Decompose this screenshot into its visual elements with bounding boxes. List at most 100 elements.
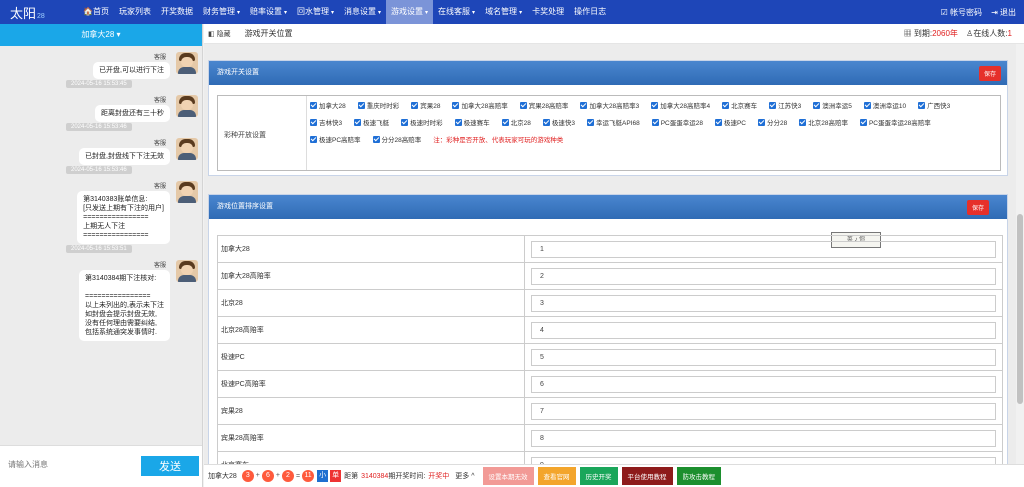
lottery-checkbox-list: 加拿大28 重庆时时彩 宾果28 加拿大28高赔率 宾果28高赔率 加拿大28高赔率3 加拿… [310,100,1000,144]
bottom-action-button[interactable]: 平台使用教程 [621,467,673,485]
lottery-checkbox[interactable]: 江苏快3 [769,100,801,110]
nav-item[interactable]: 域名管理 ▾ [480,0,527,24]
game-name-cell: 宾果28 [217,397,525,425]
message-bubble: 已封盘,封盘线下下注无效 [79,148,170,165]
nav-item[interactable]: 卡奖处理 [527,0,569,24]
lottery-checkbox[interactable]: 极速飞艇 [354,117,389,127]
lottery-checkbox[interactable]: 极速PC高赔率 [310,134,361,144]
order-input[interactable]: 5 [531,348,996,366]
message-bubble: 距离封盘还有三十秒 [95,105,170,122]
send-button[interactable]: 发送 [141,456,199,476]
content-scroll: 游戏开关设置 保存 彩种开放设置 加拿大28 重庆时时彩 宾果28 加拿大28高赔率宾… [204,44,1024,464]
order-input[interactable]: 9 [531,456,996,464]
result-parity: 单 [330,470,342,482]
game-name-cell: 加拿大28高赔率 [217,262,525,290]
lottery-checkbox[interactable]: 加拿大28高赔率 [452,100,508,110]
lottery-checkbox[interactable]: 极速PC [714,117,746,127]
order-input[interactable]: 6 [531,375,996,393]
save-order-button[interactable]: 保存 [966,200,989,215]
scrollbar[interactable] [1016,44,1024,464]
more-button[interactable]: 更多 ^ [455,471,474,481]
order-value-cell: 3 [524,289,1003,317]
message-bubble: 第3140384期下注核对: ================ 以上未列出的,表… [79,270,170,341]
result-number: 6 [261,470,274,482]
lottery-open-label: 彩种开放设置 [224,132,266,139]
table-row: 宾果28 7 [217,397,1003,425]
calendar-icon: ▦ [903,29,912,38]
lottery-checkbox[interactable]: 重庆时时彩 [357,100,399,110]
lottery-checkbox[interactable]: 加拿大28高赔率3 [580,100,639,110]
order-input[interactable]: 8 [531,429,996,447]
nav-item[interactable]: 开奖数据 [156,0,198,24]
lottery-checkbox[interactable]: PC蛋蛋幸运28 [651,117,703,127]
result-sum: 11 [302,470,315,482]
lottery-checkbox[interactable]: 澳洲幸运5 [813,100,852,110]
chat-messages: 客服 已开盘,可以进行下注 2024-05-16 15:53:45 客服 距离封盘还有三… [0,46,202,445]
order-value-cell: 1 [524,235,1003,263]
page-title: 游戏开关位置 [244,29,293,38]
lottery-checkbox[interactable]: 分分28 [758,117,787,127]
nav-item[interactable]: 操作日志 [569,0,611,24]
bottom-action-button[interactable]: 防攻击教程 [676,467,722,485]
order-input[interactable]: 3 [531,294,996,312]
nav-item[interactable]: 赔率设置 ▾ [245,0,292,24]
password-link[interactable]: ☑ 帐号密码 [941,7,982,18]
lottery-note: 注：彩种是否开放、代表玩家可玩的游戏种类 [433,137,564,144]
order-input[interactable]: 2 [531,267,996,285]
nav-item[interactable]: 消息设置 ▾ [339,0,386,24]
lottery-checkbox[interactable]: 宾果28 [411,100,440,110]
avatar [176,181,198,203]
game-name-cell: 极速PC高赔率 [217,370,525,398]
order-input[interactable]: 1 [531,240,996,258]
logout-link[interactable]: ⇥ 退出 [991,7,1016,18]
lottery-checkbox[interactable]: 北京赛车 [722,100,757,110]
lottery-checkbox[interactable]: 加拿大28 [310,100,346,110]
lottery-checkbox[interactable]: 极速时时彩 [401,117,443,127]
lottery-checkbox[interactable]: 极速赛车 [454,117,490,127]
message-bubble: 第3140383账单信息: [只发送上期有下注的用户] ============… [77,191,170,244]
nav-item[interactable]: 🏠首页 [78,0,114,24]
bottom-action-button[interactable]: 设置本期无效 [482,467,534,485]
bottom-action-button[interactable]: 历史开奖 [579,467,618,485]
lottery-checkbox[interactable]: 幸运飞艇API68 [586,117,640,127]
hide-sidebar-button[interactable]: ◧ 隐藏 [208,29,231,39]
top-right-links: ☑ 帐号密码 ⇥ 退出 [941,7,1024,18]
lottery-checkbox[interactable]: 极速快3 [542,117,575,127]
nav-item[interactable]: 回水管理 ▾ [292,0,339,24]
game-name-cell: 宾果28高赔率 [217,424,525,452]
lottery-checkbox[interactable]: 北京28 [501,117,531,127]
order-input[interactable]: 4 [531,321,996,339]
lottery-checkbox[interactable]: 吉林快3 [310,117,342,127]
order-value-cell: 9 [524,451,1003,464]
nav-item[interactable]: 游戏设置 ▾ [386,0,434,24]
order-value-cell: 2 [524,262,1003,290]
table-row: 北京28高赔率 4 [217,316,1003,344]
game-select[interactable]: 加拿大28 ▾ [0,24,202,46]
lottery-checkbox[interactable]: 加拿大28高赔率4 [651,100,710,110]
lottery-checkbox[interactable]: 宾果28高赔率 [519,100,568,110]
lottery-checkbox[interactable]: 广西快3 [918,100,950,110]
table-row: 极速PC 5 [217,343,1003,371]
panel-header: 游戏开关设置 保存 [209,61,1007,85]
account-status: ▦ 到期:2060年 ♙在线人数:1 [903,29,1012,38]
nav-item[interactable]: 玩家列表 [114,0,156,24]
lottery-checkbox[interactable]: 澳洲幸运10 [863,100,906,110]
message-bubble: 已开盘,可以进行下注 [93,62,170,79]
game-name-cell: 北京赛车 [217,451,525,464]
nav-item[interactable]: 在线客服 ▾ [433,0,480,24]
chat-message: 客服 第3140384期下注核对: ================ 以上未列出的… [0,258,202,343]
chat-input[interactable] [8,460,128,469]
save-switch-button[interactable]: 保存 [978,66,1001,81]
lottery-checkbox[interactable]: 北京28高赔率 [799,117,848,127]
bottom-action-button[interactable]: 查看官网 [537,467,576,485]
message-sender: 客服 [153,141,166,147]
app-logo[interactable]: 太阳28 [0,3,78,22]
chat-message: 客服 第3140383账单信息: [只发送上期有下注的用户] ==========… [0,179,202,258]
lottery-checkbox[interactable]: PC蛋蛋幸运28高赔率 [859,117,931,127]
nav-item[interactable]: 财务管理 ▾ [198,0,245,24]
main-area: ◧ 隐藏 游戏开关位置 ▦ 到期:2060年 ♙在线人数:1 游戏开关设置 保存… [204,24,1024,464]
lottery-checkbox[interactable]: 分分28高赔率 [372,134,421,144]
avatar [176,52,198,74]
order-value-cell: 8 [524,424,1003,452]
order-input[interactable]: 7 [531,402,996,420]
